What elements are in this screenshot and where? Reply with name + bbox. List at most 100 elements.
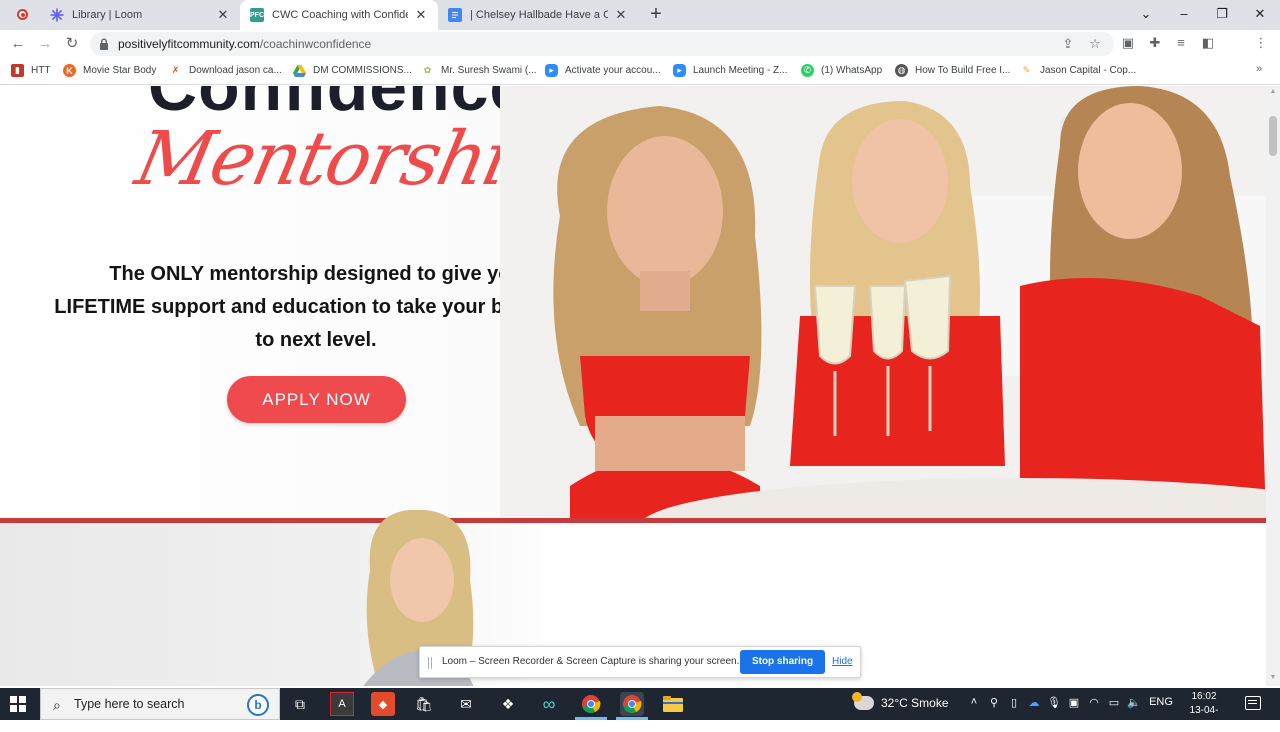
chrome-window-icon[interactable] xyxy=(620,692,644,716)
wifi-icon[interactable]: ◠ xyxy=(1086,696,1102,709)
microphone-icon[interactable]: 🎙 xyxy=(1046,696,1062,709)
lock-icon[interactable] xyxy=(99,38,109,50)
bookmark-launch-meeting[interactable]: ▸ Launch Meeting - Z... xyxy=(673,64,788,77)
scroll-up-icon[interactable]: ▲ xyxy=(1269,88,1277,96)
clock-date: 13-04-2023 xyxy=(1189,705,1219,730)
windows-start-icon[interactable] xyxy=(10,696,26,712)
bookmark-dm-commissions[interactable]: DM COMMISSIONS... xyxy=(293,64,412,77)
onedrive-cloud-icon[interactable]: ☁ xyxy=(1026,696,1042,709)
tab-chelsey-doc[interactable]: | Chelsey Hallbade Have a Confe ✕ xyxy=(438,0,638,30)
page-scrollbar[interactable]: ▲ ▼ xyxy=(1266,86,1280,686)
scroll-down-icon[interactable]: ▼ xyxy=(1269,674,1277,682)
search-icon: ⌕ xyxy=(53,697,61,713)
chrome-icon[interactable] xyxy=(579,692,603,716)
address-bar[interactable]: positivelyfitcommunity.com/coachinwconfi… xyxy=(90,32,1114,56)
language-indicator[interactable]: ENG xyxy=(1148,696,1174,708)
search-placeholder: Type here to search xyxy=(74,697,185,711)
share-icon[interactable]: ⇪ xyxy=(1060,36,1076,52)
browser-menu-icon[interactable]: ⋮ xyxy=(1253,35,1269,51)
whatsapp-icon: ✆ xyxy=(801,64,814,77)
adobe-reader-icon[interactable]: A xyxy=(330,692,354,716)
close-tab-icon[interactable]: ✕ xyxy=(414,7,428,23)
tab-cwc-coaching[interactable]: PFC CWC Coaching with Confidence | ✕ xyxy=(240,0,438,30)
device-icon[interactable]: ▯ xyxy=(1006,696,1022,709)
show-hidden-icons-chevron-icon[interactable]: ˄ xyxy=(966,696,982,708)
pen-icon: ✎ xyxy=(1022,65,1031,75)
minimize-button[interactable]: – xyxy=(1165,0,1203,30)
x-logo-icon: ✗ xyxy=(171,65,180,75)
forward-button[interactable]: → xyxy=(34,34,56,54)
stop-sharing-button[interactable]: Stop sharing xyxy=(740,650,825,674)
file-explorer-icon[interactable] xyxy=(661,692,685,716)
battery-icon[interactable]: ▭ xyxy=(1106,696,1122,709)
windows-taskbar: ⌕ Type here to search b ⧉ A ◆ 🛍 ✉ ❖ ∞ 32… xyxy=(0,688,1280,730)
clock[interactable]: 16:02 13-04-2023 xyxy=(1180,690,1228,732)
close-window-button[interactable]: ✕ xyxy=(1241,0,1279,30)
notifications-icon[interactable] xyxy=(1245,696,1261,710)
side-panel-icon[interactable]: ◧ xyxy=(1200,35,1216,51)
hide-banner-link[interactable]: Hide xyxy=(832,656,853,667)
tab-search-chevron-icon[interactable]: ⌄ xyxy=(1127,0,1165,30)
bookmark-label: Activate your accou... xyxy=(565,65,661,76)
url-text[interactable]: positivelyfitcommunity.com/coachinwconfi… xyxy=(118,37,371,51)
infinity-app-icon[interactable]: ∞ xyxy=(537,692,561,716)
heading-mentorship: Mentorship xyxy=(128,116,561,202)
bookmark-movie-star-body[interactable]: K Movie Star Body xyxy=(63,64,156,77)
bookmark-suresh-swami[interactable]: ✿ Mr. Suresh Swami (... xyxy=(421,64,537,77)
new-tab-button[interactable]: + xyxy=(646,3,666,26)
extension-tab-icon[interactable]: ▣ xyxy=(1120,35,1136,51)
bookmark-star-icon[interactable]: ☆ xyxy=(1087,36,1103,52)
clock-time: 16:02 xyxy=(1191,691,1217,702)
bing-icon[interactable]: b xyxy=(247,694,269,716)
close-tab-icon[interactable]: ✕ xyxy=(216,7,230,23)
bookmark-whatsapp[interactable]: ✆ (1) WhatsApp xyxy=(801,64,882,77)
more-bookmarks-button[interactable]: » xyxy=(1256,63,1262,75)
pfc-icon: PFC xyxy=(250,8,264,22)
bookmark-label: Launch Meeting - Z... xyxy=(693,65,788,76)
camera-icon[interactable]: ▣ xyxy=(1066,696,1082,709)
bookmark-label: HTT xyxy=(31,65,51,76)
share-message: Loom – Screen Recorder & Screen Capture … xyxy=(442,656,740,667)
bookmark-label: Movie Star Body xyxy=(83,65,157,76)
media-queue-icon[interactable]: ≡ xyxy=(1173,35,1189,51)
bookmark-label: How To Build Free I... xyxy=(915,65,1011,76)
bookmark-jason-capital[interactable]: ✎ Jason Capital - Cop... xyxy=(1020,64,1136,77)
dropbox-icon[interactable]: ❖ xyxy=(496,692,520,716)
bookmark-label: Jason Capital - Cop... xyxy=(1040,65,1137,76)
loom-icon xyxy=(50,8,64,22)
screen-share-banner: Loom – Screen Recorder & Screen Capture … xyxy=(419,646,861,678)
mail-icon[interactable]: ✉ xyxy=(454,692,478,716)
weather-text: 32°C Smoke xyxy=(881,696,949,710)
bookmark-label: (1) WhatsApp xyxy=(821,65,883,76)
bookmark-htt[interactable]: ▮ HTT xyxy=(11,64,50,77)
tab-loom-library[interactable]: Library | Loom ✕ xyxy=(40,0,240,30)
zoom-icon: ▸ xyxy=(545,64,558,77)
globe-icon: ◍ xyxy=(895,64,908,77)
weather-widget[interactable]: 32°C Smoke xyxy=(852,692,949,710)
bookmark-build-free[interactable]: ◍ How To Build Free I... xyxy=(895,64,1010,77)
back-button[interactable]: ← xyxy=(7,34,29,54)
drag-handle-icon[interactable] xyxy=(428,657,432,669)
maximize-button[interactable]: ❐ xyxy=(1203,0,1241,30)
url-path: /coachinwconfidence xyxy=(259,37,372,51)
apply-now-button[interactable]: APPLY NOW xyxy=(227,376,406,423)
app-red-icon[interactable]: ◆ xyxy=(371,692,395,716)
bookmark-label: Download jason ca... xyxy=(189,65,282,76)
web-page: Confidence Mentorship The ONLY mentorshi… xyxy=(0,86,1266,686)
extensions-puzzle-icon[interactable]: ✚ xyxy=(1147,35,1163,51)
recording-indicator-icon[interactable] xyxy=(17,9,28,20)
tab-title: CWC Coaching with Confidence | xyxy=(272,9,408,21)
volume-icon[interactable]: 🔈 xyxy=(1126,696,1142,709)
close-tab-icon[interactable]: ✕ xyxy=(614,7,628,23)
scrollbar-thumb[interactable] xyxy=(1269,116,1277,156)
k-logo-icon: K xyxy=(63,64,76,77)
bookmark-activate-account[interactable]: ▸ Activate your accou... xyxy=(545,64,661,77)
location-icon[interactable]: ⚲ xyxy=(986,696,1002,709)
tab-title: Library | Loom xyxy=(72,9,143,21)
bookmark-download-jason[interactable]: ✗ Download jason ca... xyxy=(169,64,282,77)
reload-button[interactable]: ↻ xyxy=(61,34,83,54)
microsoft-store-icon[interactable]: 🛍 xyxy=(412,692,436,716)
taskbar-search[interactable]: ⌕ Type here to search b xyxy=(40,688,280,720)
task-view-icon[interactable]: ⧉ xyxy=(288,692,312,716)
hero-section: Confidence Mentorship The ONLY mentorshi… xyxy=(0,86,1266,520)
